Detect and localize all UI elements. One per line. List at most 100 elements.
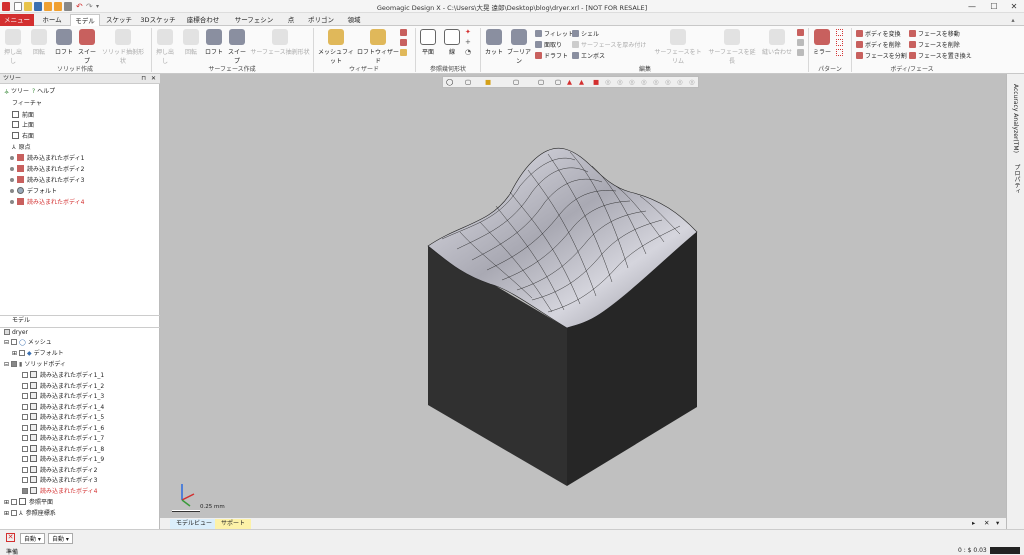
close-button[interactable]: ✕ bbox=[1003, 0, 1024, 13]
line-button[interactable]: 線 bbox=[442, 29, 462, 56]
visibility-checkbox[interactable] bbox=[22, 456, 28, 462]
filter-mode-select[interactable]: 自動 ▾ bbox=[48, 533, 73, 544]
visibility-checkbox[interactable] bbox=[11, 510, 18, 516]
model-body-item[interactable]: 読み込まれたボディ3 bbox=[22, 476, 97, 486]
view-cube-icon[interactable]: ▢ bbox=[465, 78, 471, 86]
surface-revolve-button[interactable]: 回転 bbox=[182, 29, 200, 56]
select-mode-icon[interactable]: ✕ bbox=[6, 533, 15, 542]
tree-item-body1[interactable]: 読み込まれたボディ1 bbox=[10, 154, 84, 164]
model-body-item[interactable]: 読み込まれたボディ2 bbox=[22, 465, 97, 476]
tree-item-default[interactable]: デフォルト bbox=[10, 187, 57, 197]
help-tab[interactable]: ? ヘルプ bbox=[32, 87, 55, 97]
render-mode-icon[interactable]: ■ bbox=[485, 78, 491, 86]
model-body-item[interactable]: 読み込まれたボディ4 bbox=[22, 486, 97, 497]
model-ref-coord[interactable]: ⊞ ⅄ 参照座標系 bbox=[4, 509, 56, 519]
solid-loft-button[interactable]: ロフト bbox=[54, 29, 74, 56]
show-icon[interactable]: ▲ bbox=[567, 78, 572, 86]
shell-button[interactable]: シェル bbox=[572, 29, 599, 38]
replace-face-button[interactable]: フェースを置き換え bbox=[909, 51, 972, 60]
collapse-icon[interactable]: ⊟ bbox=[4, 339, 9, 346]
visibility-dot-icon[interactable] bbox=[10, 200, 14, 204]
sew-button[interactable]: 縫い合わせ bbox=[760, 29, 794, 56]
visibility-checkbox[interactable] bbox=[11, 499, 18, 505]
pattern-small-icon[interactable] bbox=[836, 29, 843, 36]
scroll-menu-icon[interactable]: ▾ bbox=[996, 519, 999, 527]
expand-icon[interactable]: ⊞ bbox=[4, 510, 9, 517]
ref-more-icon[interactable]: ◔ bbox=[465, 49, 472, 56]
visibility-checkbox[interactable] bbox=[11, 339, 18, 345]
solid-from-mesh-button[interactable]: ソリッド抽剝形状 bbox=[100, 29, 146, 65]
view-tool-icon[interactable]: ◎ bbox=[653, 78, 659, 86]
model-body-item[interactable]: 読み込まれたボディ1_3 bbox=[22, 392, 104, 402]
panel-close-icon[interactable]: ✕ bbox=[151, 74, 156, 84]
properties-tab[interactable]: プロパティ bbox=[1012, 164, 1021, 194]
tree-item-top[interactable]: 上面 bbox=[12, 121, 34, 131]
visibility-checkbox[interactable] bbox=[22, 414, 28, 420]
cut-button[interactable]: カット bbox=[483, 29, 505, 56]
visibility-checkbox[interactable] bbox=[22, 487, 28, 494]
visibility-dot-icon[interactable] bbox=[10, 189, 14, 193]
selection-filter-icon[interactable]: ■ bbox=[593, 78, 599, 86]
loft-wizard-button[interactable]: ロフトウィザード bbox=[357, 29, 399, 65]
mirror-button[interactable]: ミラー bbox=[812, 29, 832, 56]
model-solid[interactable]: ⊟ ▮ ソリッドボディ bbox=[4, 360, 66, 370]
tree-item-body2[interactable]: 読み込まれたボディ2 bbox=[10, 165, 84, 175]
visibility-checkbox[interactable] bbox=[22, 424, 28, 431]
solid-sweep-button[interactable]: スイープ bbox=[76, 29, 98, 65]
section-icon[interactable]: ▢ bbox=[538, 78, 544, 86]
model-ref-plane[interactable]: ⊞ 参照平面 bbox=[4, 498, 53, 508]
surface-loft-button[interactable]: ロフト bbox=[204, 29, 224, 56]
solid-extrude-button[interactable]: 押し出し bbox=[2, 29, 24, 65]
view-tool-icon[interactable]: ◎ bbox=[617, 78, 623, 86]
tree-item-body4[interactable]: 読み込まれたボディ4 bbox=[10, 198, 84, 208]
panel-pin-icon[interactable]: ⊓ bbox=[141, 74, 146, 84]
tab-home[interactable]: ホーム bbox=[38, 14, 66, 26]
visibility-dot-icon[interactable] bbox=[10, 156, 14, 160]
view-tool-icon[interactable]: ◎ bbox=[677, 78, 683, 86]
tab-point[interactable]: 点 bbox=[283, 14, 299, 26]
tree-item-front[interactable]: 前面 bbox=[12, 111, 34, 121]
selection-mode-select[interactable]: 自動 ▾ bbox=[20, 533, 45, 544]
tab-model-view[interactable]: モデルビュー bbox=[170, 519, 219, 529]
chamfer-button[interactable]: 面取り bbox=[535, 40, 562, 49]
tab-region[interactable]: 領域 bbox=[342, 14, 366, 26]
coord-icon[interactable]: + bbox=[465, 39, 472, 46]
tab-sketch[interactable]: スケッチ bbox=[104, 14, 134, 26]
edit-small-icon[interactable] bbox=[797, 49, 804, 56]
mesh-fit-button[interactable]: メッシュフィット bbox=[316, 29, 356, 65]
model-mesh[interactable]: ⊟ ◯ メッシュ bbox=[4, 338, 52, 348]
model-body-item[interactable]: 読み込まれたボディ1_8 bbox=[22, 444, 104, 455]
wizard-small-icon[interactable] bbox=[400, 39, 407, 46]
expand-icon[interactable]: ⊞ bbox=[4, 499, 9, 506]
scroll-close-icon[interactable]: ✕ bbox=[984, 519, 989, 527]
fillet-button[interactable]: フィレット bbox=[535, 29, 574, 38]
surface-extrude-button[interactable]: 押し出し bbox=[154, 29, 176, 65]
tab-menu[interactable]: メニュー bbox=[0, 14, 34, 26]
model-body-item[interactable]: 読み込まれたボディ1_9 bbox=[22, 455, 104, 465]
model-body-item[interactable]: 読み込まれたボディ1_7 bbox=[22, 434, 104, 444]
3d-model-render[interactable] bbox=[160, 74, 1006, 518]
model-body-item[interactable]: 読み込まれたボディ1_4 bbox=[22, 402, 104, 413]
pattern-small-icon[interactable] bbox=[836, 49, 843, 56]
visibility-checkbox[interactable] bbox=[11, 361, 18, 367]
model-body-item[interactable]: 読み込まれたボディ1_1 bbox=[22, 371, 104, 381]
visibility-checkbox[interactable] bbox=[22, 393, 28, 399]
view-tool-icon[interactable]: ◎ bbox=[629, 78, 635, 86]
visibility-checkbox[interactable] bbox=[22, 477, 28, 483]
tree-item-right[interactable]: 右面 bbox=[12, 132, 34, 142]
split-face-button[interactable]: フェースを分割 bbox=[856, 51, 907, 60]
model-body-item[interactable]: 読み込まれたボディ1_2 bbox=[22, 381, 104, 392]
accuracy-analyzer-tab[interactable]: Accuracy Analyzer(TM) bbox=[1012, 84, 1019, 153]
wizard-small-icon[interactable] bbox=[400, 29, 407, 36]
tab-polygon[interactable]: ポリゴン bbox=[306, 14, 336, 26]
emboss-button[interactable]: エンボス bbox=[572, 51, 605, 60]
view-select-icon[interactable]: ◯ bbox=[446, 78, 453, 86]
tree-tab[interactable]: ⚶ ツリー bbox=[4, 87, 29, 97]
ribbon-collapse-icon[interactable]: ▴ bbox=[1006, 14, 1020, 26]
solid-revolve-button[interactable]: 回転 bbox=[30, 29, 48, 56]
model-mesh-default[interactable]: ⊞ ◆ デフォルト bbox=[12, 349, 64, 359]
visibility-checkbox[interactable] bbox=[22, 445, 28, 452]
pattern-small-icon[interactable] bbox=[836, 39, 843, 46]
minimize-button[interactable]: — bbox=[961, 0, 983, 13]
plane-button[interactable]: 平面 bbox=[418, 29, 438, 56]
